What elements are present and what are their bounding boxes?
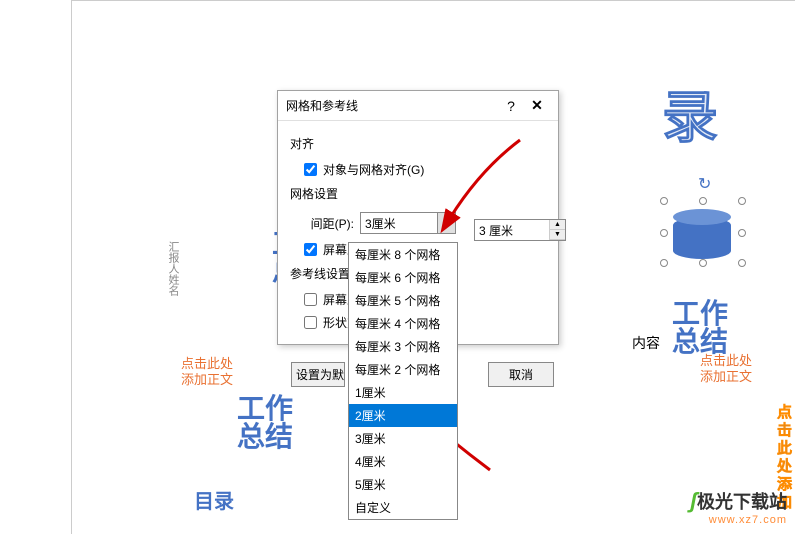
section-grid-label: 网格设置 xyxy=(290,185,546,202)
dropdown-item[interactable]: 每厘米 6 个网格 xyxy=(349,266,457,289)
content-label: 内容 xyxy=(632,333,660,353)
spacing-label: 间距(P): xyxy=(304,215,354,232)
spacing-dropdown-list[interactable]: 每厘米 8 个网格 每厘米 6 个网格 每厘米 5 个网格 每厘米 4 个网格 … xyxy=(348,242,458,520)
selection-handle[interactable] xyxy=(738,197,746,205)
help-icon[interactable]: ? xyxy=(498,98,524,114)
cancel-button[interactable]: 取消 xyxy=(488,362,554,387)
selection-handle[interactable] xyxy=(699,259,707,267)
toc-label: 目录 xyxy=(194,485,234,514)
screen-checkbox-2-input[interactable] xyxy=(304,293,317,306)
dropdown-item[interactable]: 5厘米 xyxy=(349,473,457,496)
dropdown-item[interactable]: 自定义 xyxy=(349,496,457,519)
text-work-summary-2: 工作 总结 xyxy=(672,301,728,357)
dialog-titlebar[interactable]: 网格和参考线 ? ✕ xyxy=(278,91,558,121)
dropdown-item[interactable]: 每厘米 5 个网格 xyxy=(349,289,457,312)
dropdown-item[interactable]: 3厘米 xyxy=(349,427,457,450)
spacing-dropdown[interactable]: 3厘米 ▾ xyxy=(360,212,456,234)
placeholder-add-text-2[interactable]: 点击此处 添加正文 xyxy=(700,353,752,384)
spinner-down-icon[interactable]: ▼ xyxy=(550,230,565,240)
dropdown-item-selected[interactable]: 2厘米 xyxy=(349,404,457,427)
placeholder-add-text-1[interactable]: 点击此处 添加正文 xyxy=(181,356,233,387)
dropdown-item[interactable]: 4厘米 xyxy=(349,450,457,473)
dropdown-item[interactable]: 1厘米 xyxy=(349,381,457,404)
selection-handle[interactable] xyxy=(660,197,668,205)
dropdown-item[interactable]: 每厘米 8 个网格 xyxy=(349,243,457,266)
align-to-grid-input[interactable] xyxy=(304,163,317,176)
logo-text: ʃ极光下载站 xyxy=(690,488,787,514)
dropdown-item[interactable]: 每厘米 3 个网格 xyxy=(349,335,457,358)
cylinder-shape[interactable] xyxy=(673,217,731,259)
reporter-name-label: 汇报人姓名 xyxy=(165,241,181,296)
spacing-spinner[interactable]: 3 厘米 ▲ ▼ xyxy=(474,219,566,241)
slide-title-char-2: 录 xyxy=(662,73,722,154)
dialog-title: 网格和参考线 xyxy=(286,97,498,114)
dropdown-item[interactable]: 每厘米 4 个网格 xyxy=(349,312,457,335)
selection-handle[interactable] xyxy=(660,259,668,267)
selection-handle[interactable] xyxy=(699,197,707,205)
shape-align-input[interactable] xyxy=(304,316,317,329)
screen-checkbox-1-input[interactable] xyxy=(304,243,317,256)
site-logo: ʃ极光下载站 www.xz7.com xyxy=(690,488,787,526)
spinner-up-icon[interactable]: ▲ xyxy=(550,220,565,230)
spacing-spinner-value: 3 厘米 xyxy=(475,220,549,240)
logo-url: www.xz7.com xyxy=(690,514,787,526)
align-to-grid-checkbox[interactable]: 对象与网格对齐(G) xyxy=(290,158,546,181)
align-to-grid-label: 对象与网格对齐(G) xyxy=(323,161,424,178)
selection-handle[interactable] xyxy=(738,259,746,267)
close-icon[interactable]: ✕ xyxy=(524,97,550,114)
section-align-label: 对齐 xyxy=(290,135,546,152)
selection-handle[interactable] xyxy=(738,229,746,237)
rotate-handle-icon[interactable]: ↻ xyxy=(698,174,711,194)
text-work-summary-3: 工作 总结 xyxy=(237,396,293,452)
spacing-dropdown-value: 3厘米 xyxy=(361,215,437,232)
dropdown-item[interactable]: 每厘米 2 个网格 xyxy=(349,358,457,381)
chevron-down-icon[interactable]: ▾ xyxy=(437,213,455,233)
selection-handle[interactable] xyxy=(660,229,668,237)
set-default-button[interactable]: 设置为默认 xyxy=(291,362,345,387)
